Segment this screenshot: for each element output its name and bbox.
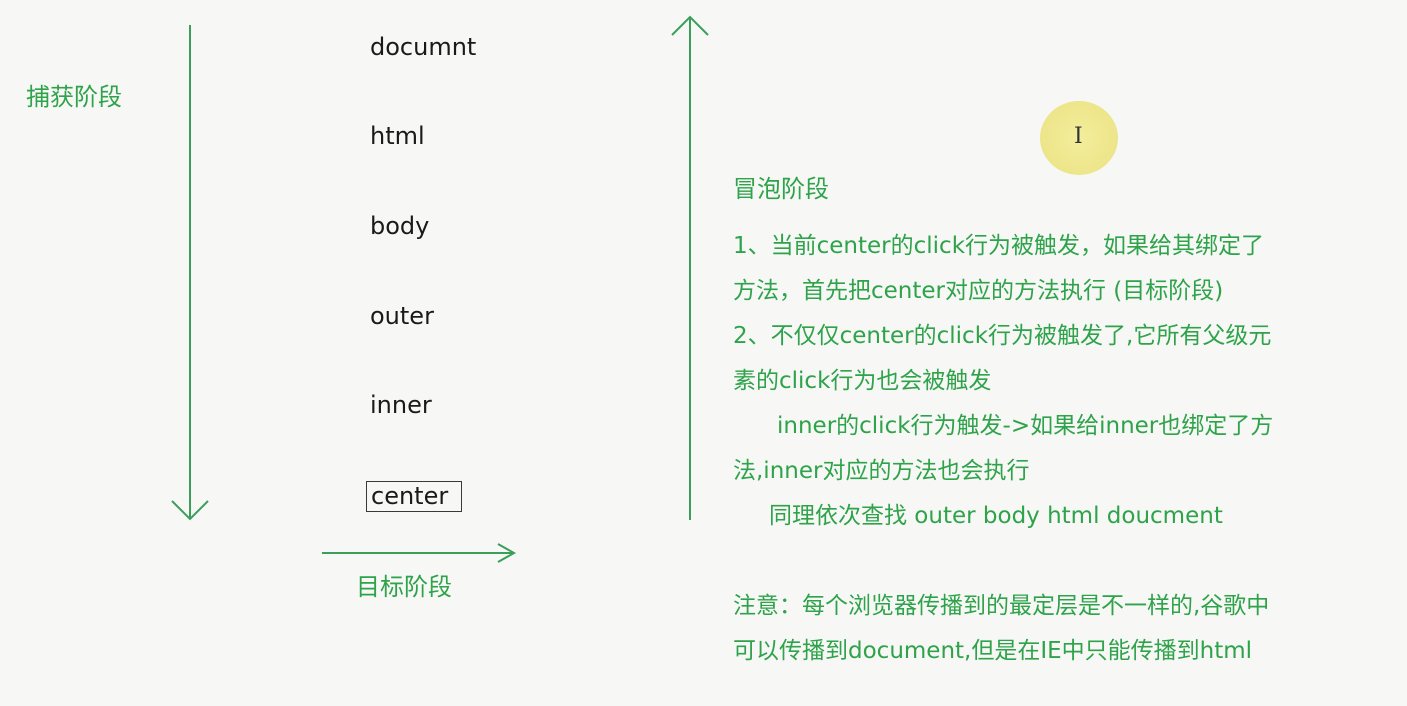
note-line: 同理依次查找 outer body html doucment — [769, 503, 1223, 529]
bubble-arrow — [671, 15, 709, 520]
note-line: inner的click行为触发->如果给inner也绑定了方 — [777, 413, 1274, 439]
node-body: body — [370, 212, 430, 240]
node-outer: outer — [370, 302, 434, 330]
target-arrow — [322, 543, 517, 563]
bubble-phase-label: 冒泡阶段 — [733, 175, 829, 203]
note-line: 方法，首先把center对应的方法执行 (目标阶段) — [733, 278, 1224, 304]
note-line: 法,inner对应的方法也会执行 — [733, 458, 1030, 484]
node-html: html — [370, 122, 425, 150]
note-line: 1、当前center的click行为被触发，如果给其绑定了 — [733, 233, 1265, 259]
note-line: 可以传播到document,但是在IE中只能传播到html — [733, 638, 1253, 664]
text-cursor-icon: I — [1074, 124, 1083, 149]
note-spacer — [733, 539, 1383, 584]
capture-arrow — [171, 25, 209, 521]
target-phase-label: 目标阶段 — [356, 573, 452, 601]
note-line: 素的click行为也会被触发 — [733, 368, 992, 394]
capture-phase-label: 捕获阶段 — [26, 83, 122, 111]
note-line: 2、不仅仅center的click行为被触发了,它所有父级元 — [733, 323, 1272, 349]
node-inner: inner — [370, 391, 432, 419]
node-center: center — [366, 481, 462, 512]
bubble-notes: 1、当前center的click行为被触发，如果给其绑定了 方法，首先把cent… — [733, 224, 1383, 674]
event-propagation-diagram: 捕获阶段 目标阶段 冒泡阶段 documnt html body outer i… — [0, 0, 1407, 706]
node-document: documnt — [370, 33, 477, 61]
note-line: 注意：每个浏览器传播到的最定层是不一样的,谷歌中 — [733, 593, 1270, 619]
